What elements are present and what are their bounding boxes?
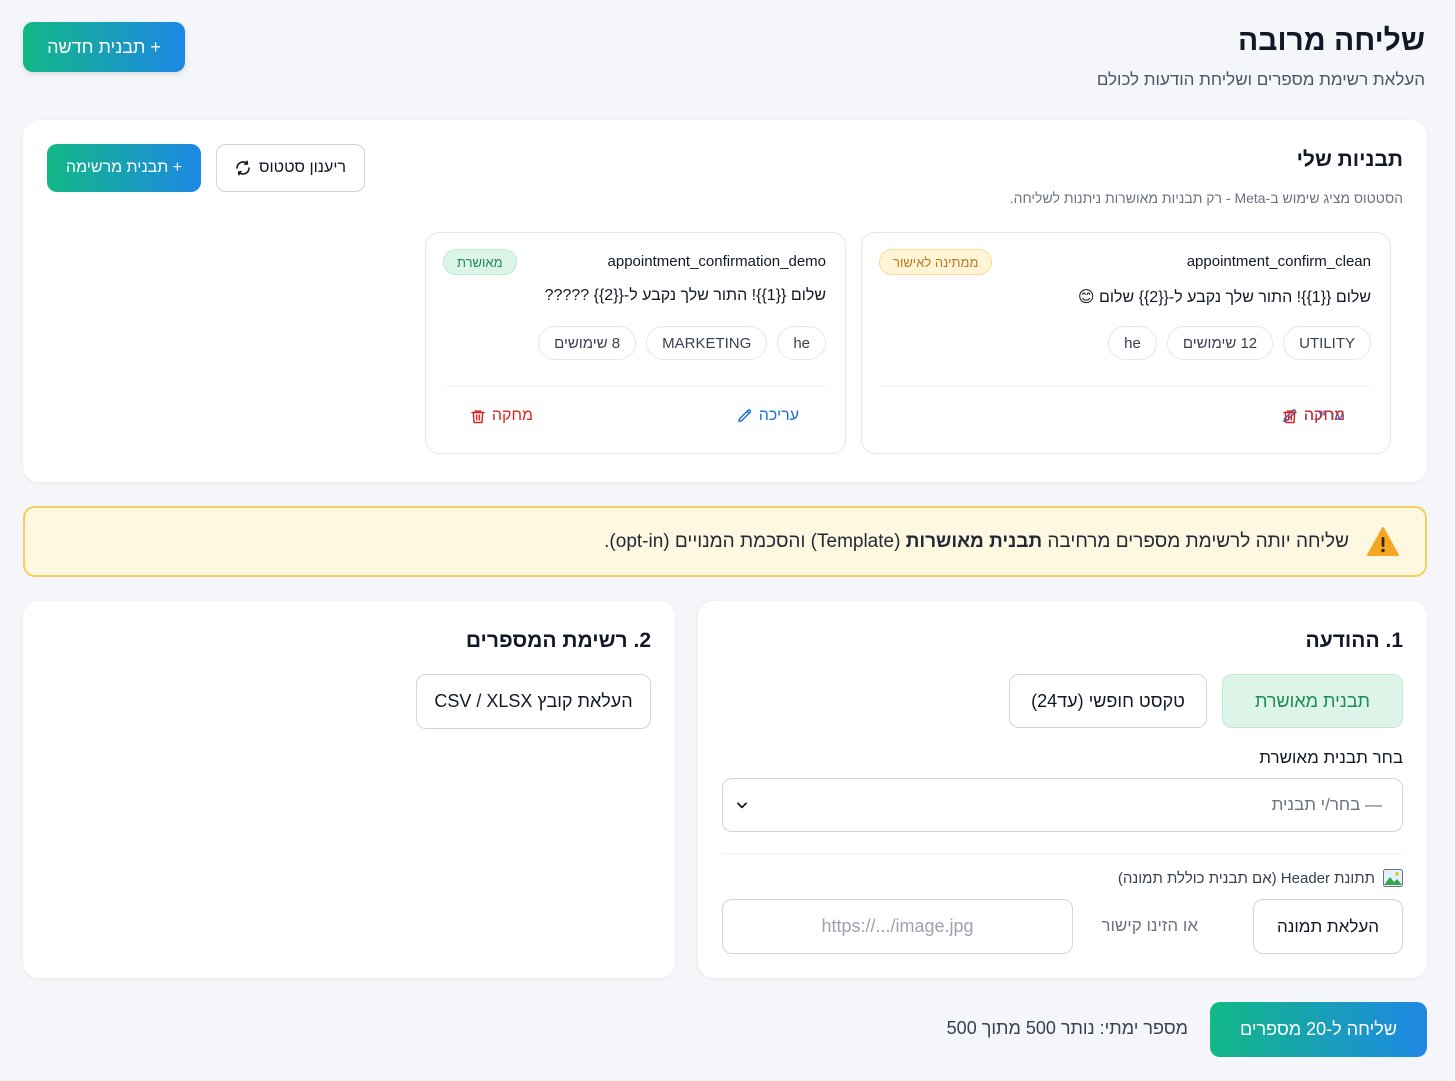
free-text-option[interactable]: טקסט חופשי (עד24) (1009, 674, 1207, 728)
select-template-label: בחר תבנית מאושרת (1259, 748, 1403, 767)
template-chips: UTILITY 12 שימושים he (1108, 326, 1371, 360)
template-select[interactable]: — בחר/י תבנית (722, 778, 1403, 832)
usage-chip: 8 שימושים (538, 326, 637, 360)
language-chip: he (1108, 326, 1157, 360)
header-image-label: תתונת Header (אם תבנית כוללת תמונה) (1118, 869, 1403, 887)
refresh-icon (235, 160, 251, 176)
message-section-title: 1. ההודעה (1305, 629, 1403, 652)
upload-file-button[interactable]: העלאת קובץ CSV / XLSX (416, 674, 651, 729)
warning-banner: שליחה יותה לרשימת מספרים מרחיבה תבנית מא… (23, 506, 1427, 577)
template-name: appointment_confirmation_demo (607, 253, 826, 270)
language-chip: he (777, 326, 826, 360)
warning-prefix: שליחה יותה לרשימת מספרים מרחיבה (1042, 530, 1349, 552)
template-select-value: — בחר/י תבנית (1271, 795, 1382, 814)
delete-button[interactable]: מחקה (1282, 407, 1345, 425)
divider (881, 386, 1371, 387)
new-template-button[interactable]: + תבנית חדשה (23, 22, 185, 72)
delete-label: מחקה (491, 407, 533, 424)
upload-image-button[interactable]: העלאת תמונה (1253, 899, 1403, 954)
divider (445, 386, 826, 387)
pencil-icon (737, 408, 753, 424)
refresh-status-button[interactable]: ריענון סטטוס (216, 144, 365, 192)
edit-label: עריכה (758, 407, 799, 424)
page-subtitle: העלאת רשימת מספרים ושליחת הודעות לכולם (1096, 70, 1425, 89)
list-template-button[interactable]: + תבנית מרשימה (47, 144, 201, 192)
send-button[interactable]: שליחה ל-20 מספרים (1210, 1002, 1427, 1057)
usage-chip: 12 שימושים (1166, 326, 1274, 360)
template-body: שלום {{1}}! התור שלך נקבע ל-{{2}} שלום 😊 (1077, 289, 1371, 306)
daily-quota-text: מספר ימתי: נותר 500 מתוך 500 (946, 1018, 1188, 1038)
template-card: appointment_confirmation_demo מאושרת שלו… (425, 232, 846, 454)
templates-title: תבניות שלי (1296, 148, 1403, 171)
category-chip: MARKETING (646, 326, 768, 360)
trash-icon (1282, 408, 1298, 425)
templates-note: הסטטוס מציג שימוש ב-Meta - רק תבניות מאו… (1009, 190, 1403, 206)
message-card: 1. ההודעה תבנית מאושרת טקסט חופשי (עד24)… (698, 601, 1427, 978)
template-body: שלום {{1}}! התור שלך נקבע ל-{{2}} ????? (544, 287, 826, 304)
numbers-section-title: 2. רשימת המספרים (465, 629, 651, 652)
delete-button[interactable]: מחקה (470, 407, 533, 425)
or-link-label: או הזינו קישור (1101, 916, 1198, 935)
delete-label: מחקה (1304, 407, 1346, 424)
template-card: appointment_confirm_clean ממתינה לאישור … (861, 232, 1391, 454)
status-badge: ממתינה לאישור (879, 249, 993, 275)
image-url-input[interactable] (722, 899, 1073, 954)
header-image-text: תתונת Header (אם תבנית כוללת תמונה) (1117, 869, 1375, 887)
warning-suffix: (Template) והסכמת המנויים (opt-in). (604, 530, 906, 552)
templates-card: תבניות שלי הסטטוס מציג שימוש ב-Meta - רק… (23, 120, 1427, 482)
page-title: שליחה מרובה (1238, 24, 1425, 57)
warning-icon (1367, 527, 1399, 556)
numbers-card: 2. רשימת המספרים העלאת קובץ CSV / XLSX (23, 601, 675, 978)
template-chips: he MARKETING 8 שימושים (538, 326, 826, 360)
status-badge: מאושרת (443, 249, 517, 275)
warning-text: שליחה יותה לרשימת מספרים מרחיבה תבנית מא… (604, 531, 1349, 553)
refresh-label: ריענון סטטוס (258, 159, 347, 176)
trash-icon (470, 408, 486, 425)
divider (722, 853, 1403, 854)
chevron-down-icon (735, 798, 749, 812)
category-chip: UTILITY (1283, 326, 1371, 360)
approved-template-option[interactable]: תבנית מאושרת (1222, 674, 1403, 728)
edit-button[interactable]: עריכה (737, 407, 799, 425)
image-icon (1383, 869, 1403, 887)
warning-bold: תבנית מאושרות (905, 530, 1043, 552)
template-name: appointment_confirm_clean (1186, 253, 1371, 270)
